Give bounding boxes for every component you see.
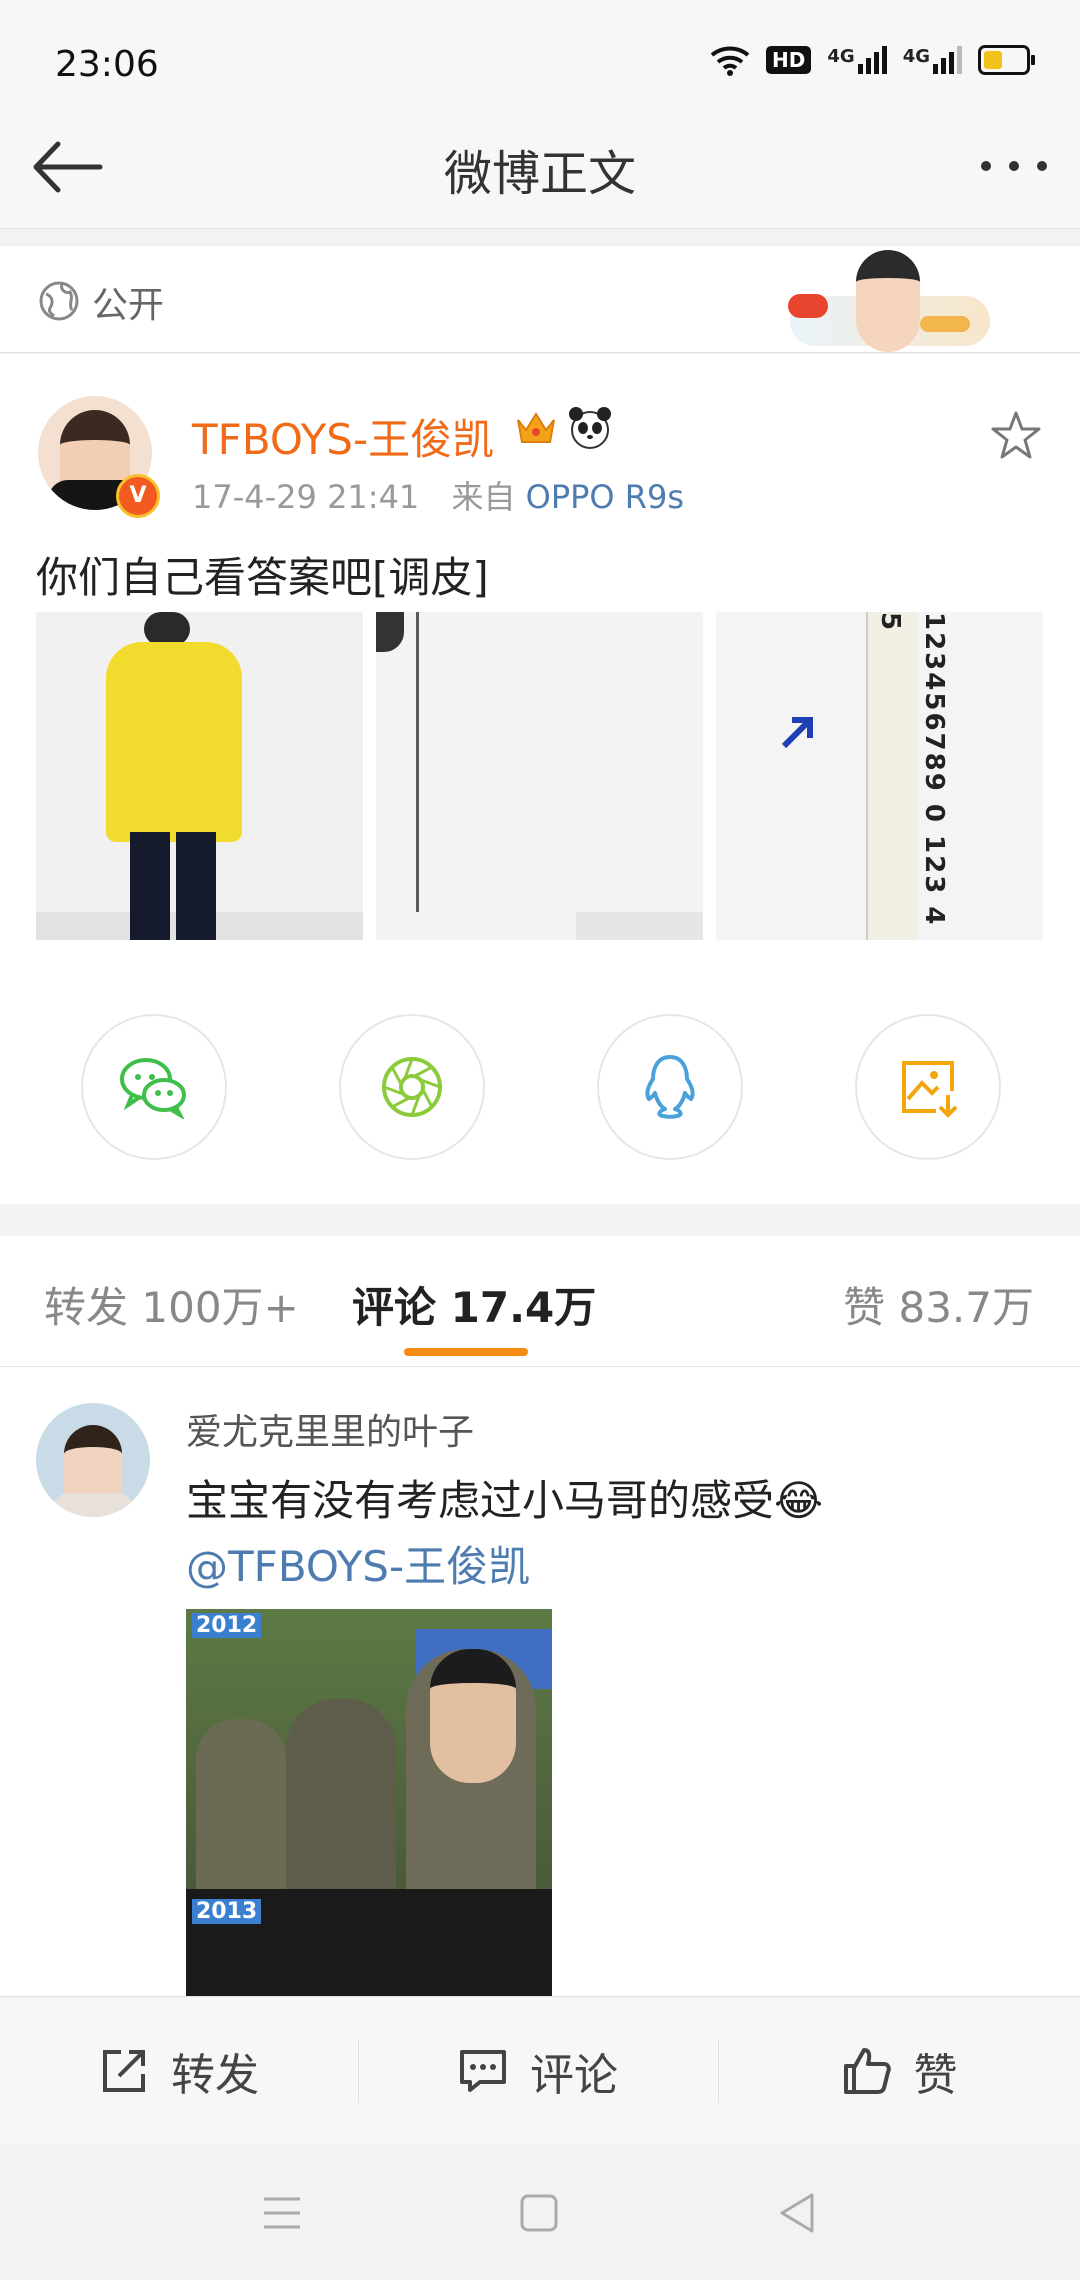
comment-list: 爱尤克里里的叶子 宝宝有没有考虑过小马哥的感受😂 @TFBOYS-王俊凯 201… xyxy=(0,1367,1080,1997)
system-nav-bar xyxy=(0,2144,1080,2280)
globe-icon xyxy=(39,281,79,321)
wechat-icon xyxy=(120,1058,186,1119)
share-wechat-button[interactable] xyxy=(81,1014,227,1160)
tab-comment-label: 评论 xyxy=(352,1283,437,1332)
visibility-label: 公开 xyxy=(92,285,165,326)
moments-icon xyxy=(382,1057,442,1117)
tab-repost[interactable]: 转发 100万+ xyxy=(44,1274,299,1335)
repost-label: 转发 xyxy=(171,2050,259,2101)
source-prefix: 来自 xyxy=(451,478,516,516)
post-image-2[interactable] xyxy=(376,612,703,940)
favorite-star-icon[interactable] xyxy=(990,410,1042,460)
crown-icon xyxy=(514,406,558,450)
like-button[interactable]: 赞 xyxy=(719,1997,1080,2145)
battery-icon xyxy=(978,45,1035,75)
post-card: V TFBOYS-王俊凯 17-4-29 21:41 来自 OPPO R9s 你… xyxy=(0,354,1080,1204)
verified-badge: V xyxy=(116,474,160,518)
hd-badge: HD xyxy=(766,46,812,74)
comment-text: 宝宝有没有考虑过小马哥的感受😂 xyxy=(186,1476,824,1525)
year-label-2013: 2013 xyxy=(192,1899,262,1924)
comment-avatar[interactable] xyxy=(36,1403,150,1517)
tab-like-label: 赞 xyxy=(843,1283,886,1332)
comment-label: 评论 xyxy=(530,2050,618,2101)
comment-image[interactable]: 2012 2013 xyxy=(186,1609,552,1997)
nav-bar: 微博正文 xyxy=(0,110,1080,229)
post-image-3[interactable]: 123456789 0 123 4 5 xyxy=(716,612,1043,940)
tab-repost-label: 转发 xyxy=(44,1283,129,1332)
tab-like[interactable]: 赞 83.7万 xyxy=(843,1274,1034,1335)
more-icon[interactable] xyxy=(978,158,1050,174)
like-label: 赞 xyxy=(913,2050,958,2101)
bottom-action-bar: 转发 评论 赞 xyxy=(0,1996,1080,2145)
arrow-up-right-icon xyxy=(781,717,813,749)
comment-button[interactable]: 评论 xyxy=(359,1997,717,2145)
banner-illustration xyxy=(770,246,1000,352)
status-time: 23:06 xyxy=(55,44,159,85)
tab-active-indicator xyxy=(404,1348,528,1356)
save-image-button[interactable] xyxy=(855,1014,1001,1160)
repost-button[interactable]: 转发 xyxy=(0,1997,358,2145)
post-meta: 17-4-29 21:41 来自 OPPO R9s xyxy=(192,472,684,518)
save-image-icon xyxy=(902,1061,958,1118)
tab-comment-count: 17.4万 xyxy=(450,1283,597,1332)
stats-tabs: 转发 100万+ 评论 17.4万 赞 83.7万 xyxy=(0,1236,1080,1367)
post-source[interactable]: OPPO R9s xyxy=(526,478,684,516)
comment-mention[interactable]: @TFBOYS-王俊凯 xyxy=(186,1533,530,1594)
author-name[interactable]: TFBOYS-王俊凯 xyxy=(192,406,494,467)
post-text: 你们自己看答案吧[调皮] xyxy=(36,553,489,602)
post-date: 17-4-29 21:41 xyxy=(192,478,420,516)
tab-comment[interactable]: 评论 17.4万 xyxy=(352,1274,596,1335)
comment-icon xyxy=(460,2050,506,2092)
year-label-2012: 2012 xyxy=(192,1613,262,1638)
share-qq-button[interactable] xyxy=(597,1014,743,1160)
thumbs-up-icon xyxy=(843,2048,891,2094)
menu-icon[interactable] xyxy=(262,2196,302,2230)
back-icon[interactable] xyxy=(778,2192,816,2234)
tab-like-count: 83.7万 xyxy=(898,1283,1034,1332)
wifi-icon xyxy=(710,46,750,76)
visibility-row: 公开 xyxy=(0,246,1080,353)
tab-repost-count: 100万+ xyxy=(141,1283,299,1332)
ruler-digits: 123456789 0 123 4 5 xyxy=(875,612,949,927)
qq-icon xyxy=(645,1055,695,1119)
repost-icon xyxy=(103,2050,145,2092)
share-moments-button[interactable] xyxy=(339,1014,485,1160)
post-image-1[interactable] xyxy=(36,612,363,940)
panda-icon xyxy=(566,404,614,452)
page-title: 微博正文 xyxy=(443,146,636,202)
home-icon[interactable] xyxy=(520,2194,558,2232)
comment-user[interactable]: 爱尤克里里的叶子 xyxy=(186,1403,474,1455)
signal-icon: 4G xyxy=(827,46,887,74)
signal-icon-2: 4G xyxy=(903,46,962,74)
